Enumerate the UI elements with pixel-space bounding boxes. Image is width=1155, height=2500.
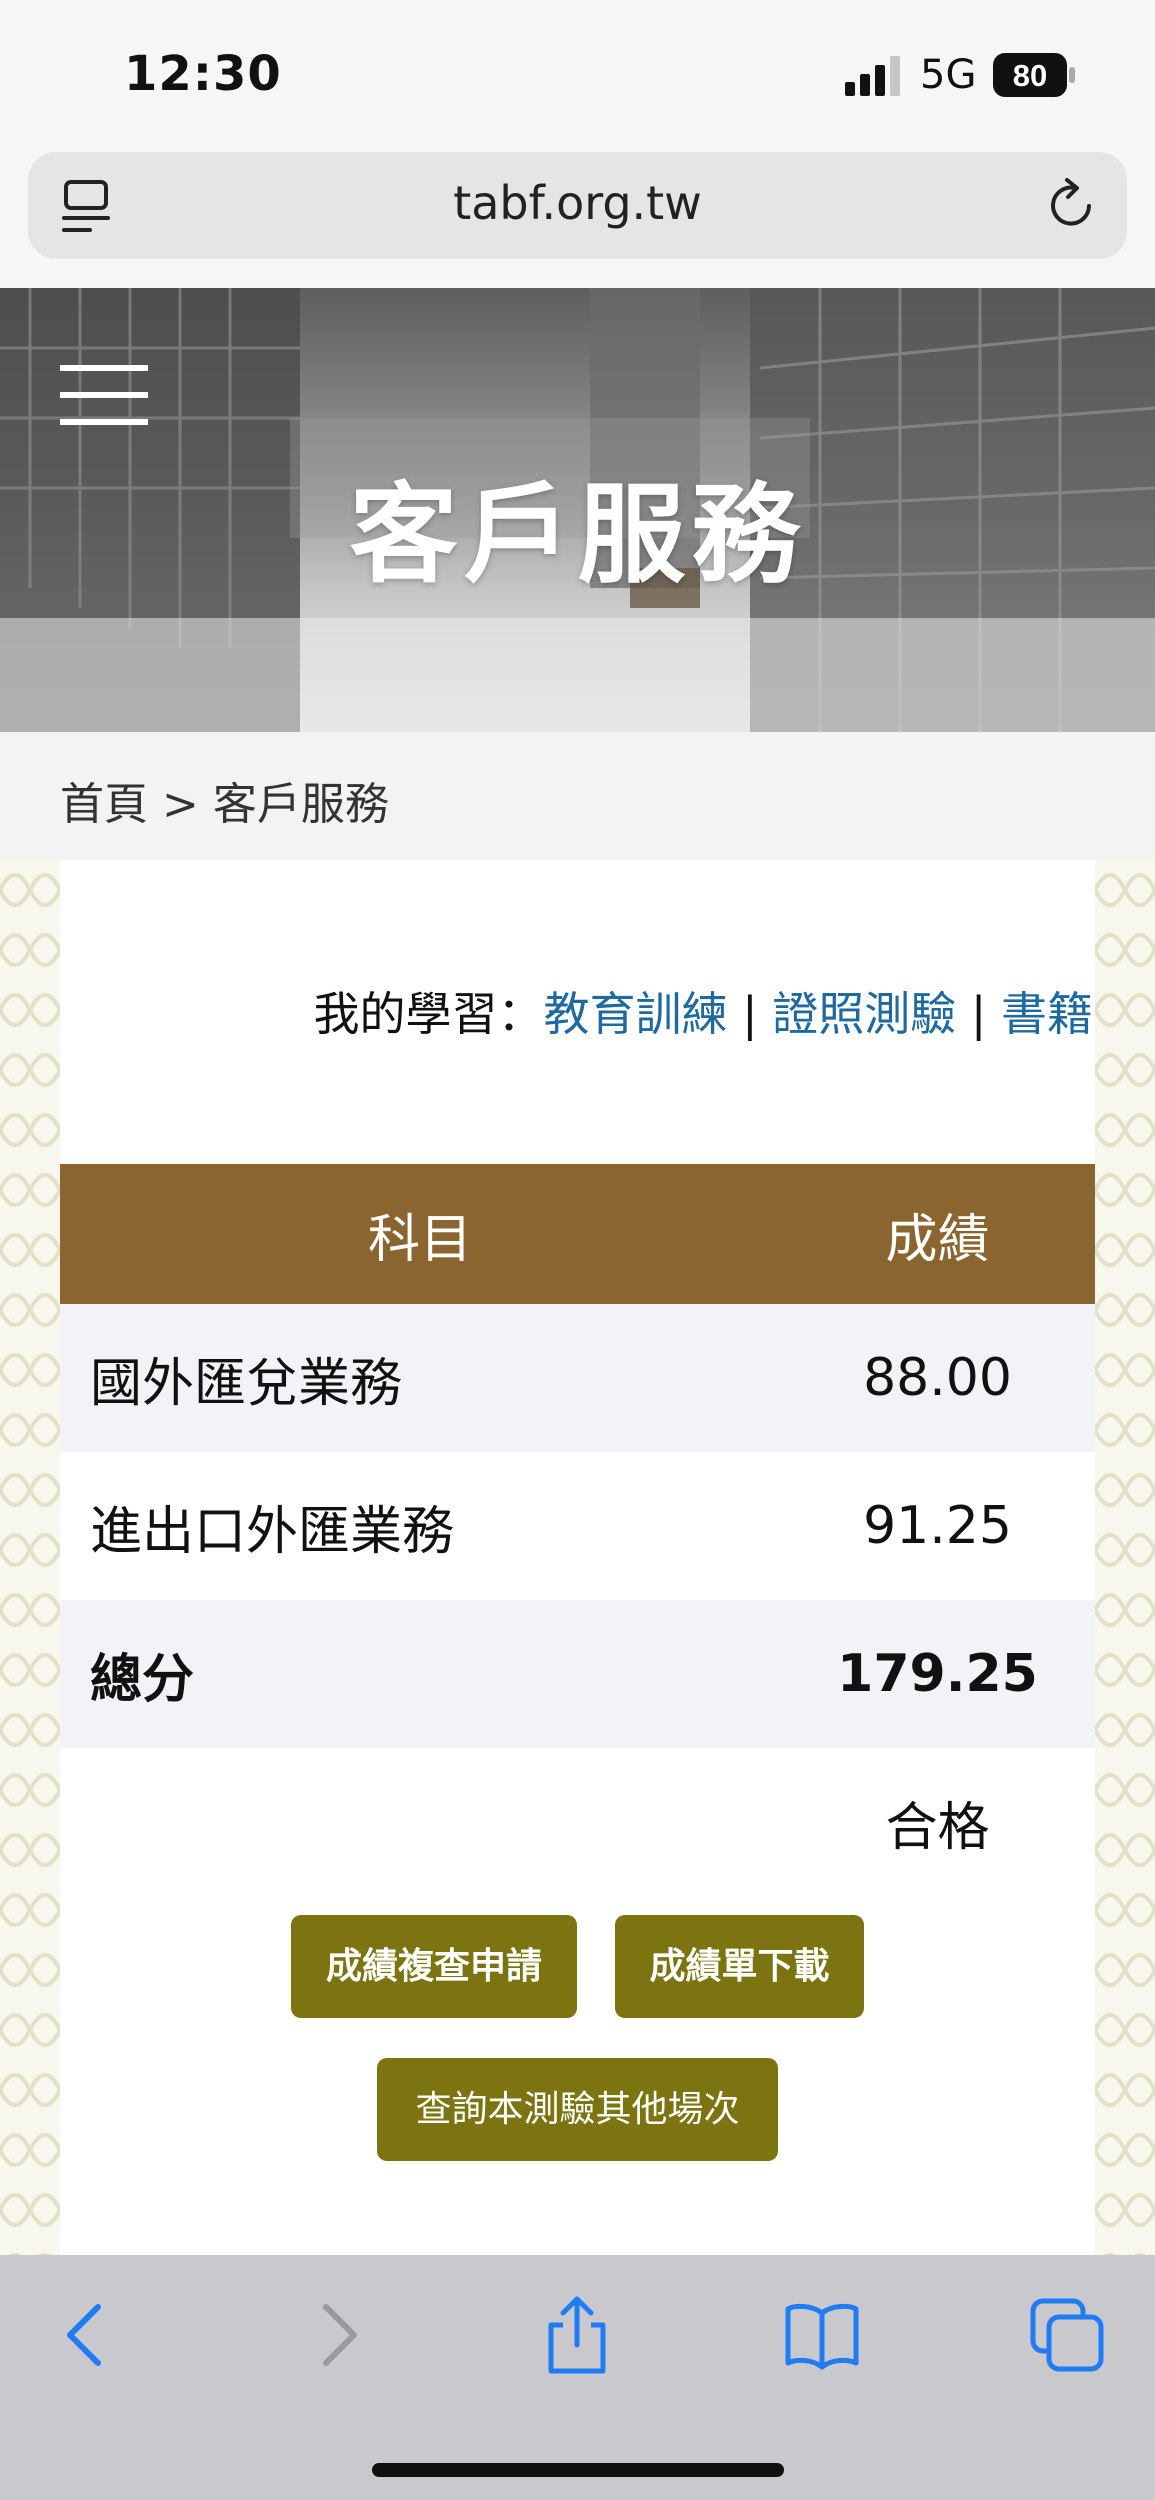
decorative-pattern-right <box>1095 860 1155 2255</box>
reload-icon[interactable] <box>1045 176 1099 232</box>
other-sessions-button[interactable]: 查詢本測驗其他場次 <box>377 2058 778 2161</box>
table-header: 科目 成績 <box>60 1164 1095 1304</box>
score-cell: 91.25 <box>863 1496 1012 1556</box>
breadcrumb-text[interactable]: 首頁 > 客戶服務 <box>60 768 389 832</box>
result-status: 合格 <box>885 1797 990 1858</box>
subject-cell: 進出口外匯業務 <box>90 1501 455 1562</box>
score-table: 科目 成績 國外匯兌業務 88.00 進出口外匯業務 91.25 總分 179.… <box>60 1164 1095 1896</box>
header-subject: 科目 <box>367 1209 472 1270</box>
score-report-download-button[interactable]: 成績單下載 <box>615 1915 864 2018</box>
home-indicator <box>372 2463 784 2477</box>
result-row: 合格 <box>60 1748 1095 1896</box>
share-icon[interactable] <box>537 2295 617 2375</box>
separator: | <box>742 987 758 1041</box>
table-row: 國外匯兌業務 88.00 <box>60 1304 1095 1452</box>
link-education-training[interactable]: 教育訓練 <box>544 987 728 1041</box>
subject-cell: 國外匯兌業務 <box>90 1353 403 1414</box>
main-content: 我的學習：教育訓練 | 證照測驗 | 書籍 科目 成績 國外匯兌業務 88.00… <box>0 860 1155 2255</box>
separator: | <box>970 987 987 1041</box>
bookmarks-icon[interactable] <box>782 2295 862 2375</box>
url-text[interactable]: tabf.org.tw <box>0 176 1155 230</box>
link-certification-exams[interactable]: 證照測驗 <box>772 987 956 1041</box>
score-cell: 88.00 <box>863 1348 1012 1408</box>
forward-icon[interactable] <box>296 2295 376 2375</box>
decorative-pattern-left <box>0 860 60 2255</box>
hero-banner: 客戶服務 <box>0 288 1155 732</box>
link-books[interactable]: 書籍 <box>1001 987 1093 1041</box>
cellular-signal-icon <box>845 56 900 96</box>
battery-level: 80 <box>1013 58 1047 93</box>
my-learning-links: 我的學習：教育訓練 | 證照測驗 | 書籍 <box>0 978 1094 1044</box>
total-row: 總分 179.25 <box>60 1600 1095 1748</box>
total-score: 179.25 <box>837 1644 1038 1704</box>
battery-icon: 80 <box>993 53 1075 97</box>
header-score: 成績 <box>885 1209 990 1270</box>
total-label: 總分 <box>90 1649 195 1710</box>
back-icon[interactable] <box>48 2295 128 2375</box>
status-time: 12:30 <box>124 46 282 102</box>
tabs-icon[interactable] <box>1027 2295 1107 2375</box>
page-title: 客戶服務 <box>349 473 806 598</box>
score-review-button[interactable]: 成績複查申請 <box>291 1915 577 2018</box>
menu-icon[interactable] <box>58 362 150 428</box>
table-row: 進出口外匯業務 91.25 <box>60 1452 1095 1600</box>
my-learning-label: 我的學習： <box>313 987 544 1041</box>
network-type: 5G <box>920 52 977 98</box>
